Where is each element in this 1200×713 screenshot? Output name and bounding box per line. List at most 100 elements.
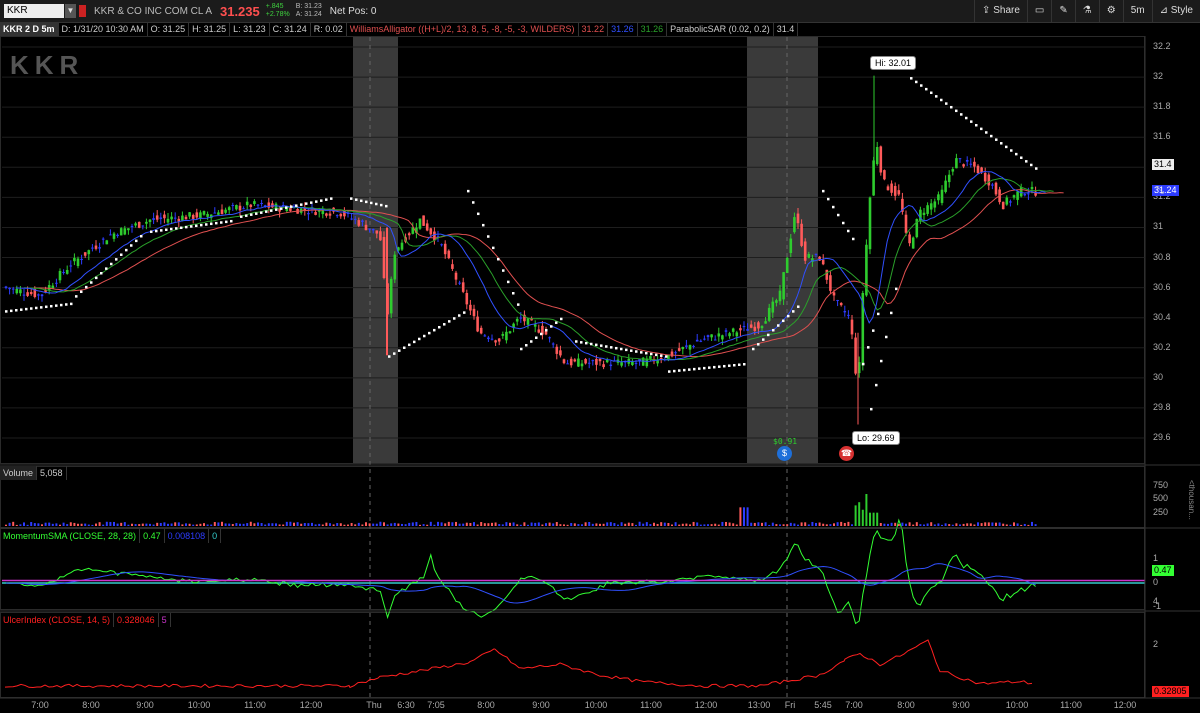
candle-body (425, 223, 429, 231)
volume-bar (433, 524, 436, 526)
volume-bar (689, 524, 691, 526)
volume-label[interactable]: Volume (0, 466, 38, 480)
sar-dot (965, 116, 968, 120)
volume-bar (440, 522, 443, 526)
candle-body (202, 211, 206, 215)
sar-dot (120, 253, 123, 256)
sar-dot (413, 340, 416, 344)
volume-bar (599, 523, 601, 526)
sar-dot (955, 109, 958, 113)
volume-bar (743, 507, 745, 526)
volume-bar (41, 524, 43, 526)
volume-bar (321, 524, 324, 526)
volume-bar (905, 523, 907, 526)
ulcer-value: 0.328046 (114, 613, 159, 627)
sar-dot (365, 200, 368, 204)
volume-bar (188, 523, 191, 526)
volume-bar (584, 522, 587, 526)
sar-dot (872, 329, 875, 332)
volume-bar (483, 523, 486, 526)
volume-bar (825, 524, 828, 526)
candle-body (487, 337, 490, 340)
sar-dot (15, 309, 18, 312)
volume-bar (627, 522, 630, 526)
sar-dot (240, 215, 243, 218)
sar-dot (255, 212, 258, 215)
sar-dot (225, 220, 228, 224)
collapse-icon[interactable]: ⤡ (1156, 185, 1164, 196)
sar-dot (458, 314, 461, 317)
candle-body (584, 359, 587, 364)
volume-bar (73, 522, 76, 526)
sar-dot (713, 365, 716, 369)
low-label: Lo: 29.69 (852, 431, 900, 445)
time-axis-tick: 9:00 (952, 700, 970, 710)
candle-body (897, 190, 901, 195)
sar-dot (1025, 160, 1028, 163)
sar-dot (757, 343, 760, 346)
volume-bar (1005, 524, 1008, 526)
volume-bar (591, 523, 594, 526)
volume-bar (822, 523, 825, 526)
dividend-amount: $0.91 (773, 437, 798, 446)
volume-bar (883, 523, 886, 526)
volume-bar (177, 522, 180, 526)
sar-dot (497, 257, 500, 261)
candle-body (260, 203, 263, 205)
sar-dot (280, 207, 283, 210)
momentum-value: 0.47 (140, 529, 165, 543)
momentum-marker: 0.47 (1152, 565, 1174, 576)
volume-bar (955, 523, 958, 526)
time-axis-tick: 13:00 (747, 700, 771, 710)
volume-bar (552, 523, 555, 526)
dividend-icon[interactable]: $ (777, 446, 792, 461)
candle-body (389, 278, 393, 314)
candle-body (429, 228, 433, 235)
sar-dot (310, 201, 313, 204)
momentum-label[interactable]: MomentumSMA (CLOSE, 28, 28) (0, 529, 141, 543)
candle-body (904, 214, 908, 233)
sar-dot (388, 355, 391, 358)
volume-bar (339, 523, 342, 526)
candle-body (767, 307, 771, 321)
sar-dot (20, 308, 23, 311)
volume-bar (239, 523, 241, 526)
volume-bar (541, 524, 544, 526)
candle-body (364, 224, 368, 231)
sar-dot (195, 224, 198, 228)
time-axis-tick: Fri (784, 700, 796, 710)
candle-body (771, 301, 775, 313)
sar-dot (555, 321, 558, 324)
volume-bar (127, 524, 130, 526)
candle-body (1030, 186, 1034, 190)
sar-dot (620, 347, 623, 351)
candle-body (375, 230, 379, 234)
candle-body (62, 272, 65, 274)
volume-bar (228, 523, 231, 526)
phone-icon[interactable]: ☎ (839, 446, 854, 461)
volume-bar (624, 523, 627, 526)
candle-body (631, 361, 634, 366)
chart-canvas[interactable] (0, 0, 1200, 713)
sar-dot (418, 337, 421, 341)
candle-body (1023, 194, 1027, 196)
candle-body (127, 228, 130, 231)
volume-bar (631, 523, 634, 526)
sar-dot (380, 203, 383, 207)
sar-dot (600, 344, 603, 347)
ulcer-label[interactable]: UlcerIndex (CLOSE, 14, 5) (0, 613, 115, 627)
candle-body (926, 205, 929, 214)
sar-dot (940, 98, 943, 102)
sar-dot (300, 203, 303, 206)
sar-dot (423, 334, 426, 338)
volume-bar (278, 524, 281, 526)
momentum-sma-value: 0.008108 (165, 529, 210, 543)
volume-bar (667, 523, 670, 526)
sar-dot (520, 347, 523, 351)
volume-bar (1023, 523, 1026, 526)
candle-body (958, 158, 962, 160)
candle-body (537, 329, 541, 333)
volume-bar (606, 522, 609, 526)
volume-bar (134, 524, 137, 526)
candle-body (591, 360, 595, 362)
